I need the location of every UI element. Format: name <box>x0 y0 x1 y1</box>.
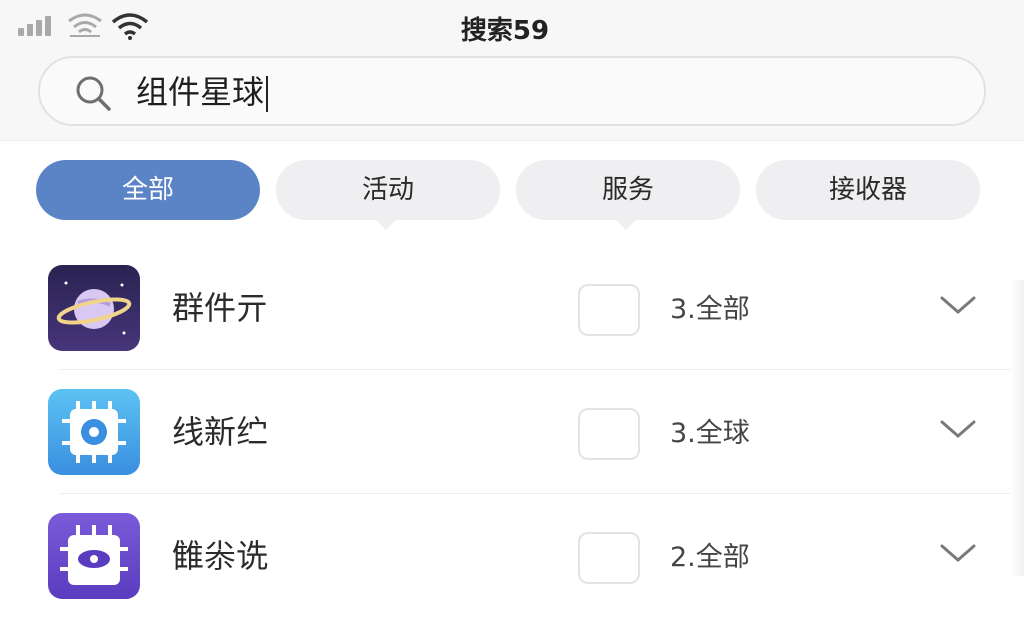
status-bar: 搜索59 <box>0 0 1024 52</box>
search-query: 组件星球 <box>136 70 269 114</box>
list-item[interactable]: 群件亓 3.全部 <box>0 246 1024 370</box>
tab-all[interactable]: 全部 <box>36 160 260 220</box>
tab-service[interactable]: 服务 <box>516 160 740 220</box>
chip-gear-icon <box>48 389 140 475</box>
text-caret <box>266 76 269 112</box>
search-query-text: 组件星球 <box>136 73 265 111</box>
tab-label: 服务 <box>601 175 654 205</box>
tab-label: 全部 <box>121 175 174 205</box>
app-name: 雔尜诜 <box>172 537 269 575</box>
item-value: 2.全部 <box>670 542 750 573</box>
chevron-down-icon[interactable] <box>938 414 978 444</box>
tab-pointer <box>374 218 398 230</box>
list-item[interactable]: 雔尜诜 2.全部 <box>0 494 1024 618</box>
scroll-edge <box>1010 280 1024 576</box>
page-title: 搜索59 <box>460 16 550 46</box>
item-checkbox[interactable] <box>578 408 640 460</box>
chip-eye-icon <box>48 513 140 599</box>
item-value: 3.全球 <box>670 418 750 449</box>
tab-activity[interactable]: 活动 <box>276 160 500 220</box>
app-name: 群件亓 <box>172 289 269 327</box>
planet-icon <box>48 265 140 351</box>
app-name: 线新纻 <box>172 413 269 451</box>
list-item[interactable]: 线新纻 3.全球 <box>0 370 1024 494</box>
search-icon <box>76 76 111 111</box>
item-value: 3.全部 <box>670 294 750 325</box>
item-checkbox[interactable] <box>578 532 640 584</box>
chevron-down-icon[interactable] <box>938 290 978 320</box>
tab-label: 活动 <box>361 175 414 205</box>
item-checkbox[interactable] <box>578 284 640 336</box>
search-input[interactable]: 组件星球 <box>38 56 986 126</box>
tab-label: 接收器 <box>828 175 907 205</box>
tab-receiver[interactable]: 接收器 <box>756 160 980 220</box>
tab-pointer <box>614 218 638 230</box>
filter-tabs: 全部 活动 服务 接收器 <box>36 160 982 230</box>
chevron-down-icon[interactable] <box>938 538 978 568</box>
